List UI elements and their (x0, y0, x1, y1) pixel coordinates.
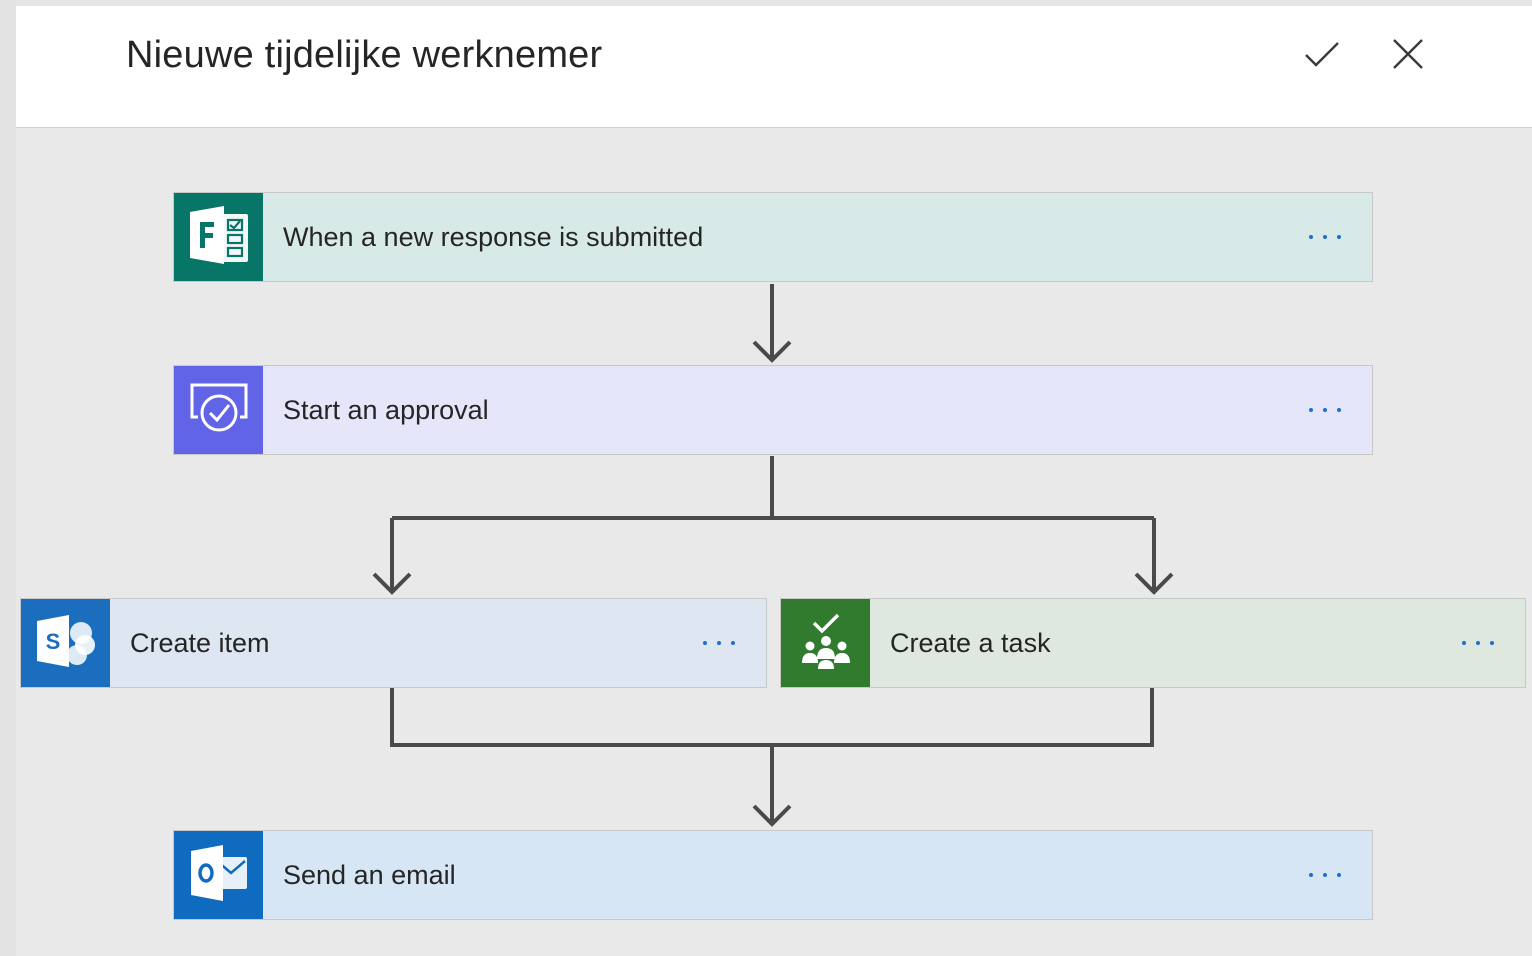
step-icon-tile (174, 366, 263, 454)
step-card-trigger[interactable]: When a new response is submitted (173, 192, 1373, 282)
step-title: Start an approval (283, 394, 489, 425)
more-dots-icon (703, 641, 735, 645)
planner-icon (796, 611, 856, 676)
more-dots-icon (1309, 408, 1341, 412)
step-icon-tile (174, 193, 263, 281)
approvals-icon (188, 381, 250, 440)
sharepoint-icon: S (33, 611, 99, 676)
connector-approval-branch (390, 456, 1156, 592)
svg-text:S: S (45, 629, 60, 654)
more-options-button[interactable] (1290, 845, 1360, 905)
more-dots-icon (1309, 235, 1341, 239)
step-card-approval[interactable]: Start an approval (173, 365, 1373, 455)
connector-branch-merge (390, 688, 1154, 824)
step-title: Create a task (890, 627, 1051, 658)
step-card-create-task[interactable]: Create a task (780, 598, 1526, 688)
step-card-send-email[interactable]: Send an email (173, 830, 1373, 920)
outlook-icon (187, 843, 251, 908)
step-icon-tile (781, 599, 870, 687)
more-options-button[interactable] (684, 613, 754, 673)
more-dots-icon (1462, 641, 1494, 645)
more-options-button[interactable] (1290, 380, 1360, 440)
step-title: Create item (130, 627, 270, 658)
step-icon-tile (174, 831, 263, 919)
forms-icon (186, 204, 252, 271)
more-options-button[interactable] (1290, 207, 1360, 267)
step-card-create-item[interactable]: S Create item (20, 598, 767, 688)
flow-connectors (372, 284, 1174, 827)
more-options-button[interactable] (1443, 613, 1513, 673)
step-icon-tile: S (21, 599, 110, 687)
more-dots-icon (1309, 873, 1341, 877)
step-title: Send an email (283, 859, 456, 890)
step-title: When a new response is submitted (283, 221, 704, 252)
